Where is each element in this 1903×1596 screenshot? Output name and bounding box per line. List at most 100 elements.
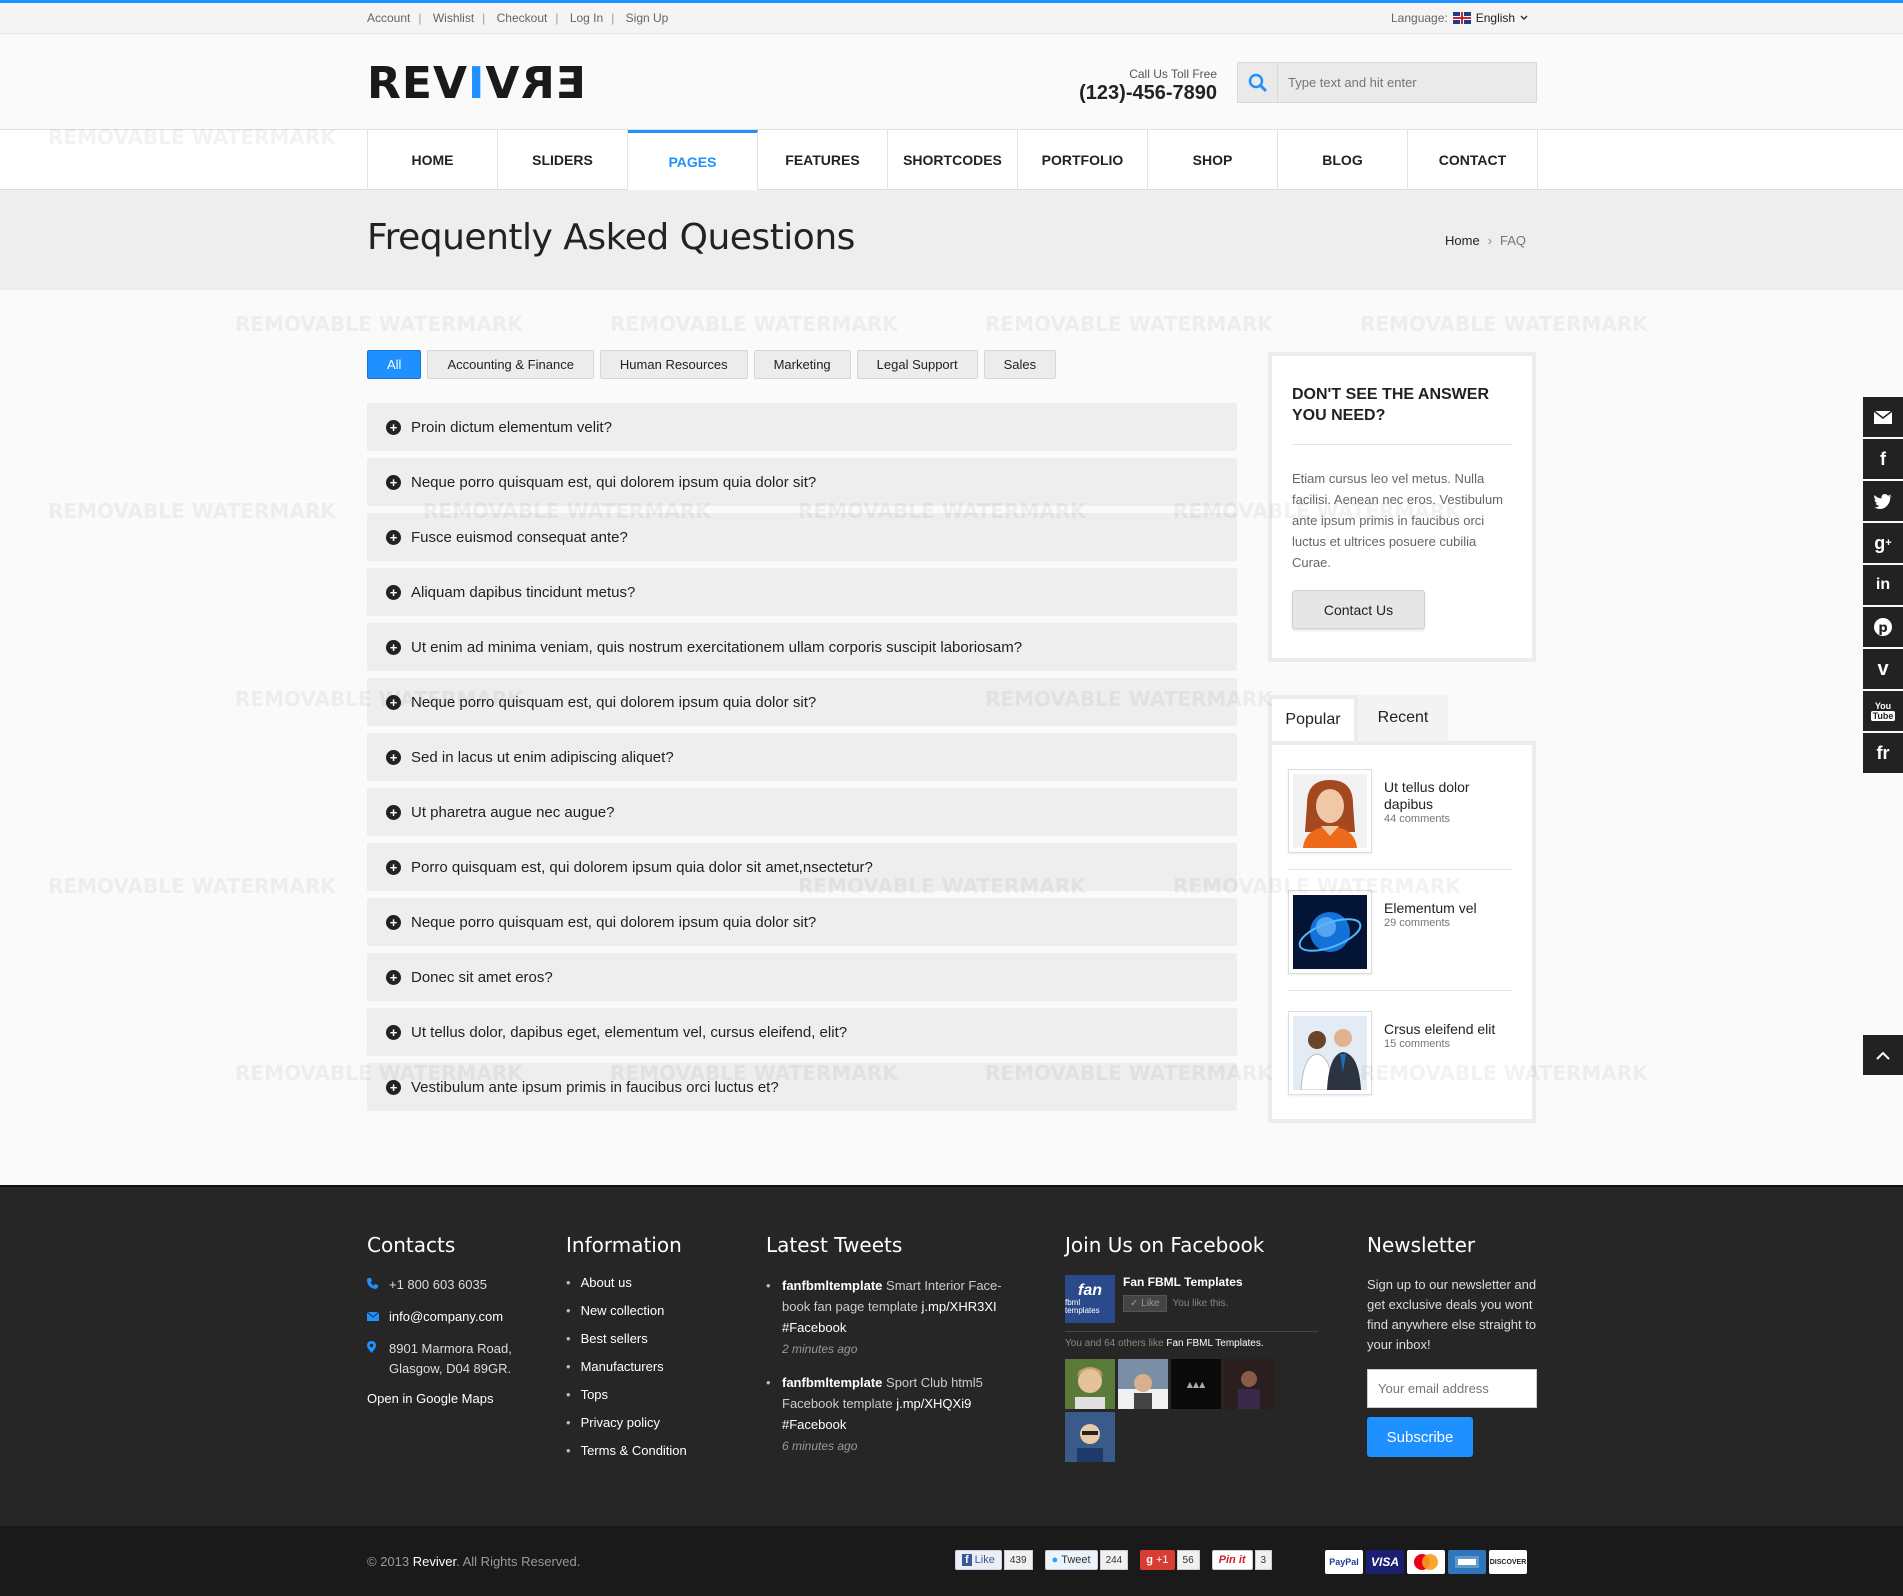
- footer-link-tops[interactable]: Tops: [566, 1387, 687, 1402]
- login-link[interactable]: Log In: [570, 11, 603, 25]
- footer-link-terms[interactable]: Terms & Condition: [566, 1443, 687, 1458]
- search-icon[interactable]: [1238, 63, 1278, 102]
- faq-item[interactable]: + Aliquam dapibus tincidunt metus?: [367, 568, 1237, 616]
- fan-avatar[interactable]: [1224, 1359, 1274, 1409]
- facebook-page-name[interactable]: Fan FBML Templates: [1123, 1275, 1243, 1289]
- tweet-item: fanfbmltemplate Smart Interior Face-book…: [766, 1275, 1026, 1360]
- contact-email-link[interactable]: info@company.com: [389, 1307, 503, 1327]
- back-to-top-button[interactable]: [1863, 1035, 1903, 1075]
- nav-contact[interactable]: CONTACT: [1408, 130, 1538, 190]
- wishlist-link[interactable]: Wishlist: [433, 11, 474, 25]
- fan-avatar[interactable]: [1065, 1359, 1115, 1409]
- faq-item[interactable]: + Sed in lacus ut enim adipiscing aliquet…: [367, 733, 1237, 781]
- facebook-like-note: You like this.: [1172, 1298, 1229, 1309]
- filter-marketing[interactable]: Marketing: [753, 350, 851, 379]
- flickr-icon[interactable]: fr: [1863, 733, 1903, 773]
- checkout-link[interactable]: Checkout: [497, 11, 548, 25]
- tweet-user[interactable]: fanfbmltemplate: [782, 1278, 882, 1293]
- faq-item[interactable]: + Ut pharetra augue nec augue?: [367, 788, 1237, 836]
- faq-item[interactable]: + Ut tellus dolor, dapibus eget, elementu…: [367, 1008, 1237, 1056]
- email-icon[interactable]: [1863, 397, 1903, 437]
- plus-icon: +: [386, 969, 401, 985]
- tweet-hashtag[interactable]: #Facebook: [782, 1320, 846, 1335]
- phone-icon: [367, 1275, 379, 1295]
- faq-item[interactable]: + Neque porro quisquam est, qui dolorem i…: [367, 898, 1237, 946]
- footer-link-best-sellers[interactable]: Best sellers: [566, 1331, 687, 1346]
- facebook-icon[interactable]: f: [1863, 439, 1903, 479]
- linkedin-icon[interactable]: in: [1863, 565, 1903, 605]
- faq-item[interactable]: + Porro quisquam est, qui dolorem ipsum q…: [367, 843, 1237, 891]
- brand-link[interactable]: Reviver: [413, 1554, 456, 1569]
- filter-all[interactable]: All: [367, 350, 422, 379]
- language-selector[interactable]: Language: English: [1391, 11, 1528, 25]
- plus-icon: +: [386, 694, 401, 710]
- pinterest-icon[interactable]: p: [1863, 607, 1903, 647]
- language-label: Language:: [1391, 11, 1448, 25]
- faq-item[interactable]: + Vestibulum ante ipsum primis in faucibu…: [367, 1063, 1237, 1111]
- facebook-like-share[interactable]: f Like 439: [955, 1550, 1033, 1570]
- nav-features[interactable]: FEATURES: [758, 130, 888, 190]
- nav-sliders[interactable]: SLIDERS: [498, 130, 628, 190]
- main-nav: HOME SLIDERS PAGES FEATURES SHORTCODES P…: [0, 130, 1903, 190]
- faq-item[interactable]: + Proin dictum elementum velit?: [367, 403, 1237, 451]
- post-thumbnail[interactable]: [1288, 890, 1372, 974]
- faq-item[interactable]: + Neque porro quisquam est, qui dolorem i…: [367, 678, 1237, 726]
- help-box-text: Etiam cursus leo vel metus. Nulla facili…: [1292, 471, 1504, 570]
- page-title-band: Frequently Asked Questions Home › FAQ: [0, 191, 1903, 290]
- footer-link-manufacturers[interactable]: Manufacturers: [566, 1359, 687, 1374]
- signup-link[interactable]: Sign Up: [626, 11, 669, 25]
- footer-link-new-collection[interactable]: New collection: [566, 1303, 687, 1318]
- post-item[interactable]: Ut tellus dolor dapibus 44 comments: [1288, 769, 1513, 870]
- post-item[interactable]: Crsus eleifend elit 15 comments: [1288, 1011, 1513, 1111]
- google-plus-icon[interactable]: g +: [1863, 523, 1903, 563]
- footer-link-about[interactable]: About us: [566, 1275, 687, 1290]
- faq-item[interactable]: + Ut enim ad minima veniam, quis nostrum …: [367, 623, 1237, 671]
- amex-icon: [1448, 1550, 1486, 1574]
- google-maps-link[interactable]: Open in Google Maps: [367, 1391, 512, 1406]
- footer-link-privacy[interactable]: Privacy policy: [566, 1415, 687, 1430]
- fan-avatar[interactable]: ▲▲▲: [1171, 1359, 1221, 1409]
- nav-shop[interactable]: SHOP: [1148, 130, 1278, 190]
- chevron-down-icon: [1520, 15, 1528, 21]
- tweet-hashtag[interactable]: #Facebook: [782, 1417, 846, 1432]
- google-plus-share[interactable]: g +1 56: [1140, 1550, 1200, 1570]
- nav-shortcodes[interactable]: SHORTCODES: [888, 130, 1018, 190]
- vimeo-icon[interactable]: v: [1863, 649, 1903, 689]
- search-input[interactable]: [1278, 75, 1528, 90]
- nav-pages[interactable]: PAGES: [628, 130, 758, 190]
- filter-legal-support[interactable]: Legal Support: [856, 350, 978, 379]
- fan-avatar[interactable]: [1065, 1412, 1115, 1462]
- discover-icon: DISCOVER: [1489, 1550, 1527, 1574]
- post-thumbnail[interactable]: [1288, 769, 1372, 853]
- filter-human-resources[interactable]: Human Resources: [599, 350, 748, 379]
- faq-item[interactable]: + Neque porro quisquam est, qui dolorem i…: [367, 458, 1237, 506]
- tweet-link[interactable]: j.mp/XHR3XI: [922, 1299, 997, 1314]
- faq-item[interactable]: + Donec sit amet eros?: [367, 953, 1237, 1001]
- facebook-like-button[interactable]: ✓ Like: [1123, 1295, 1167, 1312]
- subscribe-button[interactable]: Subscribe: [1367, 1417, 1473, 1457]
- nav-home[interactable]: HOME: [368, 130, 498, 190]
- tweet-item: fanfbmltemplate Sport Club html5 Faceboo…: [766, 1372, 1026, 1457]
- account-link[interactable]: Account: [367, 11, 410, 25]
- tab-popular[interactable]: Popular: [1268, 695, 1358, 741]
- pinterest-share[interactable]: Pin it 3: [1211, 1550, 1273, 1570]
- twitter-icon[interactable]: [1863, 481, 1903, 521]
- faq-item[interactable]: + Fusce euismod consequat ante?: [367, 513, 1237, 561]
- logo[interactable]: REVIVER: [367, 58, 586, 109]
- tweet-share[interactable]: ● Tweet 244: [1044, 1550, 1129, 1570]
- post-thumbnail[interactable]: [1288, 1011, 1372, 1095]
- filter-accounting-finance[interactable]: Accounting & Finance: [427, 350, 594, 379]
- nav-blog[interactable]: BLOG: [1278, 130, 1408, 190]
- newsletter-email-input[interactable]: [1367, 1369, 1537, 1408]
- fan-avatar[interactable]: [1118, 1359, 1168, 1409]
- nav-portfolio[interactable]: PORTFOLIO: [1018, 130, 1148, 190]
- tweet-user[interactable]: fanfbmltemplate: [782, 1375, 882, 1390]
- tweet-link[interactable]: j.mp/XHQXi9: [896, 1396, 971, 1411]
- filter-sales[interactable]: Sales: [983, 350, 1057, 379]
- breadcrumb-home[interactable]: Home: [1445, 233, 1480, 248]
- fanfbml-logo[interactable]: fan fbml templates: [1065, 1275, 1115, 1323]
- tab-recent[interactable]: Recent: [1358, 695, 1448, 741]
- contact-us-button[interactable]: Contact Us: [1292, 590, 1425, 629]
- post-item[interactable]: Elementum vel 29 comments: [1288, 890, 1513, 991]
- youtube-icon[interactable]: You Tube: [1863, 691, 1903, 731]
